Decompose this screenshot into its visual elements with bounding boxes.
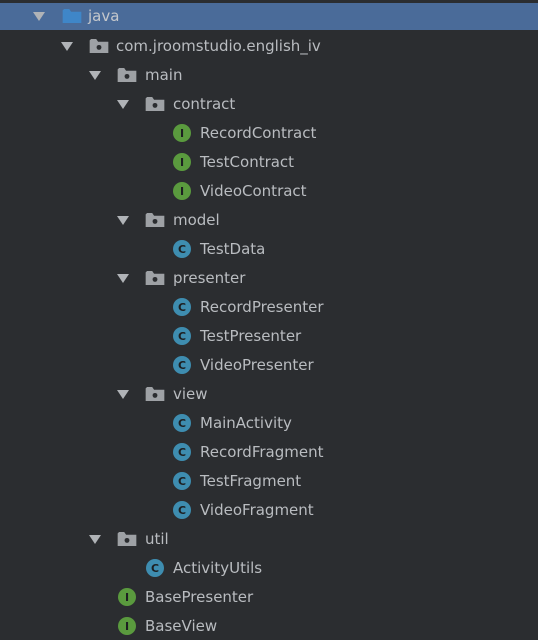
tree-label: TestFragment — [200, 472, 302, 490]
package-folder-icon — [117, 68, 137, 82]
tree-label: VideoFragment — [200, 501, 314, 519]
class-icon: C — [173, 414, 191, 432]
package-folder-icon — [145, 213, 165, 227]
tree-row-presenter[interactable]: presenter — [0, 264, 538, 293]
tree-label: contract — [173, 95, 236, 113]
expand-arrow-icon[interactable] — [33, 12, 45, 21]
tree-label: TestPresenter — [200, 327, 302, 345]
tree-row-base-view[interactable]: I BaseView — [0, 612, 538, 640]
expand-arrow-icon[interactable] — [117, 390, 129, 399]
tree-row-package[interactable]: com.jroomstudio.english_iv — [0, 32, 538, 61]
class-icon: C — [173, 327, 191, 345]
tree-row-contract[interactable]: contract — [0, 90, 538, 119]
tree-label: VideoContract — [200, 182, 307, 200]
project-tree-panel: java com.jroomstudio.english_iv main con… — [0, 0, 538, 640]
tree-row-record-fragment[interactable]: C RecordFragment — [0, 438, 538, 467]
tree-label: RecordPresenter — [200, 298, 324, 316]
tree-label: view — [173, 385, 208, 403]
tree-row-test-data[interactable]: C TestData — [0, 235, 538, 264]
tree-row-main[interactable]: main — [0, 61, 538, 90]
class-icon: C — [146, 559, 164, 577]
package-folder-icon — [117, 532, 137, 546]
expand-arrow-icon[interactable] — [89, 535, 101, 544]
class-icon: C — [173, 443, 191, 461]
expand-arrow-icon[interactable] — [117, 100, 129, 109]
tree-row-video-presenter[interactable]: C VideoPresenter — [0, 351, 538, 380]
package-folder-icon — [89, 39, 109, 53]
tree-label: presenter — [173, 269, 246, 287]
tree-label: BaseView — [145, 617, 218, 635]
package-folder-icon — [145, 271, 165, 285]
tree-label: util — [145, 530, 169, 548]
expand-arrow-icon[interactable] — [89, 71, 101, 80]
class-icon: C — [173, 356, 191, 374]
expand-arrow-icon[interactable] — [117, 216, 129, 225]
tree-row-view[interactable]: view — [0, 380, 538, 409]
tree-label: VideoPresenter — [200, 356, 314, 374]
class-icon: C — [173, 472, 191, 490]
tree-label: RecordFragment — [200, 443, 324, 461]
package-folder-icon — [145, 387, 165, 401]
expand-arrow-icon[interactable] — [61, 42, 73, 51]
package-folder-icon — [145, 97, 165, 111]
tree-label: java — [88, 7, 120, 25]
interface-icon: I — [118, 617, 136, 635]
tree-row-java[interactable]: java — [0, 3, 538, 30]
tree-row-util[interactable]: util — [0, 525, 538, 554]
tree-label: MainActivity — [200, 414, 292, 432]
tree-row-video-fragment[interactable]: C VideoFragment — [0, 496, 538, 525]
class-icon: C — [173, 298, 191, 316]
tree-row-base-presenter[interactable]: I BasePresenter — [0, 583, 538, 612]
tree-row-record-contract[interactable]: I RecordContract — [0, 119, 538, 148]
tree-label: RecordContract — [200, 124, 317, 142]
interface-icon: I — [173, 182, 191, 200]
class-icon: C — [173, 501, 191, 519]
tree-label: TestData — [200, 240, 266, 258]
tree-label: model — [173, 211, 220, 229]
interface-icon: I — [173, 124, 191, 142]
folder-icon — [62, 9, 82, 23]
tree-row-model[interactable]: model — [0, 206, 538, 235]
interface-icon: I — [118, 588, 136, 606]
tree-label: main — [145, 66, 183, 84]
tree-label: TestContract — [200, 153, 295, 171]
class-icon: C — [173, 240, 191, 258]
tree-row-test-contract[interactable]: I TestContract — [0, 148, 538, 177]
tree-row-record-presenter[interactable]: C RecordPresenter — [0, 293, 538, 322]
tree-label: ActivityUtils — [173, 559, 263, 577]
tree-row-main-activity[interactable]: C MainActivity — [0, 409, 538, 438]
tree-label: BasePresenter — [145, 588, 254, 606]
tree-row-test-fragment[interactable]: C TestFragment — [0, 467, 538, 496]
tree-row-test-presenter[interactable]: C TestPresenter — [0, 322, 538, 351]
expand-arrow-icon[interactable] — [117, 274, 129, 283]
interface-icon: I — [173, 153, 191, 171]
tree-label: com.jroomstudio.english_iv — [116, 37, 321, 55]
tree-row-activity-utils[interactable]: C ActivityUtils — [0, 554, 538, 583]
tree-row-video-contract[interactable]: I VideoContract — [0, 177, 538, 206]
